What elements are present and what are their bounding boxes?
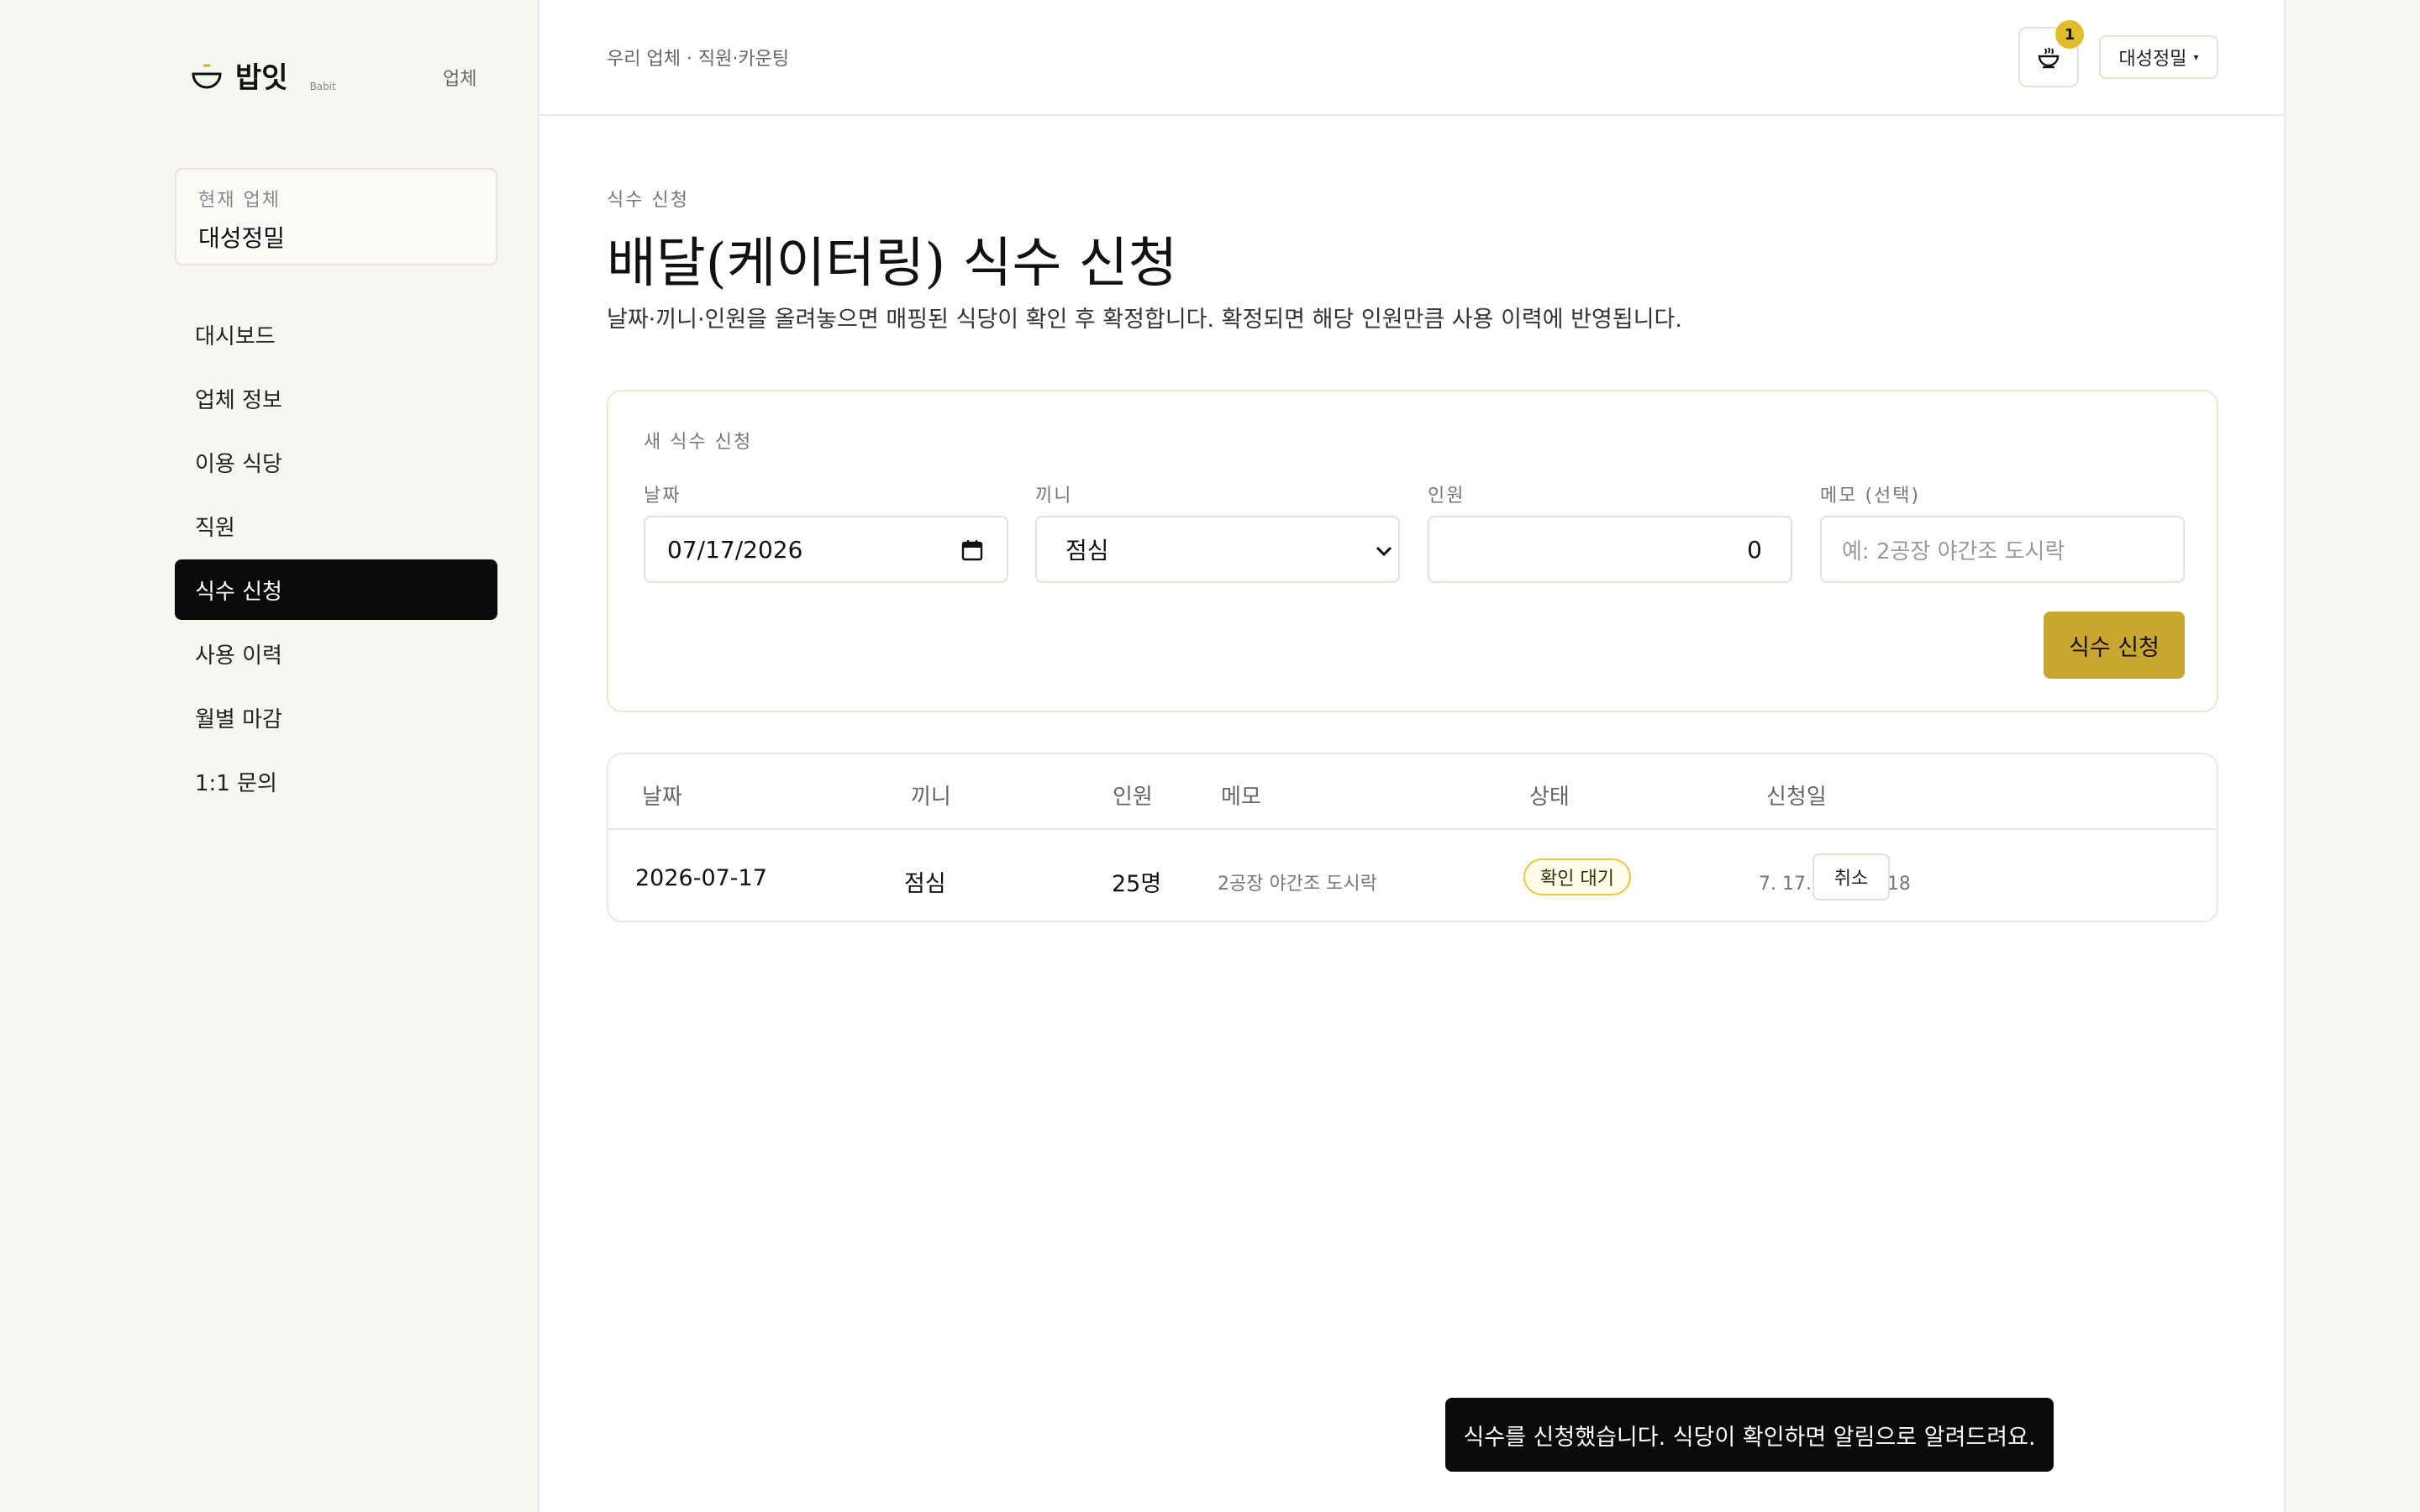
current-company-label: 현재 업체 [198, 190, 281, 211]
status-badge: 확인 대기 [1523, 858, 1631, 895]
current-company-box: 현재 업체 대성정밀 [175, 168, 497, 265]
breadcrumb: 우리 업체 · 직원·카운팅 [607, 49, 790, 70]
page-eyebrow: 식수 신청 [607, 190, 689, 211]
right-gutter [2286, 0, 2420, 1512]
row-meal: 점심 [904, 871, 946, 897]
new-request-form: 새 식수 신청 날짜 끼니 인원 메모 (선택) 07/17/2026 점심 0… [607, 390, 2218, 712]
chevron-down-icon [1376, 546, 1392, 557]
sidebar-item-dashboard[interactable]: 대시보드 [175, 304, 497, 365]
row-count: 25명 [1112, 871, 1162, 897]
cancel-request-button[interactable]: 취소 [1812, 853, 1890, 900]
sidebar-item-employees[interactable]: 직원 [175, 496, 497, 556]
memo-input-placeholder: 예: 2공장 야간조 도시락 [1842, 538, 2065, 564]
sidebar-item-monthly-close[interactable]: 월별 마감 [175, 687, 497, 748]
meal-label: 끼니 [1035, 486, 1073, 507]
meal-select-value: 점심 [1065, 537, 1109, 564]
sidebar-item-restaurants[interactable]: 이용 식당 [175, 432, 497, 492]
form-title: 새 식수 신청 [644, 432, 753, 453]
meal-select[interactable]: 점심 [1035, 516, 1400, 583]
app-root: 밥잇 Babit 업체 현재 업체 대성정밀 대시보드 업체 정보 이용 식당 … [0, 0, 2420, 1512]
column-header-memo: 메모 [1221, 785, 1261, 810]
calendar-icon[interactable] [961, 539, 983, 561]
sidebar-item-meal-request[interactable]: 식수 신청 [175, 559, 497, 620]
brand-name: 밥잇 [235, 61, 288, 95]
brand-subtitle: Babit [309, 81, 336, 92]
caret-down-icon: ▾ [2193, 51, 2199, 63]
company-switcher[interactable]: 대성정밀 ▾ [2099, 35, 2218, 79]
toast-notification: 식수를 신청했습니다. 식당이 확인하면 알림으로 알려드려요. [1445, 1398, 2054, 1472]
table-header: 날짜 끼니 인원 메모 상태 신청일 [608, 754, 2217, 830]
column-header-meal: 끼니 [911, 785, 951, 810]
sidebar-item-usage-history[interactable]: 사용 이력 [175, 623, 497, 684]
count-input-value: 0 [1747, 535, 1762, 564]
current-company-name: 대성정밀 [198, 224, 286, 252]
rice-bowl-icon [192, 64, 222, 89]
count-label: 인원 [1428, 486, 1465, 507]
date-input[interactable]: 07/17/2026 [644, 516, 1008, 583]
column-header-requested-at: 신청일 [1766, 785, 1827, 810]
row-memo: 2공장 야간조 도시락 [1218, 874, 1377, 895]
sidebar: 밥잇 Babit 업체 현재 업체 대성정밀 대시보드 업체 정보 이용 식당 … [0, 0, 539, 1512]
page-description: 날짜·끼니·인원을 올려놓으면 매핑된 식당이 확인 후 확정합니다. 확정되면… [607, 307, 1682, 333]
count-input[interactable]: 0 [1428, 516, 1792, 583]
date-input-value: 07/17/2026 [667, 535, 803, 564]
column-header-status: 상태 [1529, 785, 1570, 810]
sidebar-item-company-info[interactable]: 업체 정보 [175, 368, 497, 428]
memo-input[interactable]: 예: 2공장 야간조 도시락 [1820, 516, 2185, 583]
date-label: 날짜 [644, 486, 681, 507]
requests-table: 날짜 끼니 인원 메모 상태 신청일 2026-07-17 점심 25명 2공장… [607, 753, 2218, 922]
page-title: 배달(케이터링) 식수 신청 [607, 233, 1178, 295]
submit-request-button[interactable]: 식수 신청 [2044, 612, 2185, 679]
column-header-count: 인원 [1113, 785, 1153, 810]
role-label: 업체 [443, 69, 477, 90]
column-header-date: 날짜 [642, 785, 682, 810]
main-content: 우리 업체 · 직원·카운팅 1 대성정밀 ▾ 식수 신청 배달(케이터링) 식… [539, 0, 2286, 1512]
bowl-notification-icon [2038, 47, 2060, 69]
sidebar-item-inquiry[interactable]: 1:1 문의 [175, 751, 497, 811]
topbar: 우리 업체 · 직원·카운팅 1 대성정밀 ▾ [539, 0, 2286, 116]
company-switcher-label: 대성정밀 [2118, 49, 2187, 70]
notification-count-badge: 1 [2055, 20, 2084, 49]
brand-logo[interactable]: 밥잇 Babit [190, 55, 336, 97]
memo-label: 메모 (선택) [1820, 486, 1921, 507]
sidebar-nav: 대시보드 업체 정보 이용 식당 직원 식수 신청 사용 이력 월별 마감 1:… [175, 304, 497, 815]
row-date: 2026-07-17 [635, 865, 767, 891]
table-row: 2026-07-17 점심 25명 2공장 야간조 도시락 확인 대기 7. 1… [608, 832, 2217, 921]
